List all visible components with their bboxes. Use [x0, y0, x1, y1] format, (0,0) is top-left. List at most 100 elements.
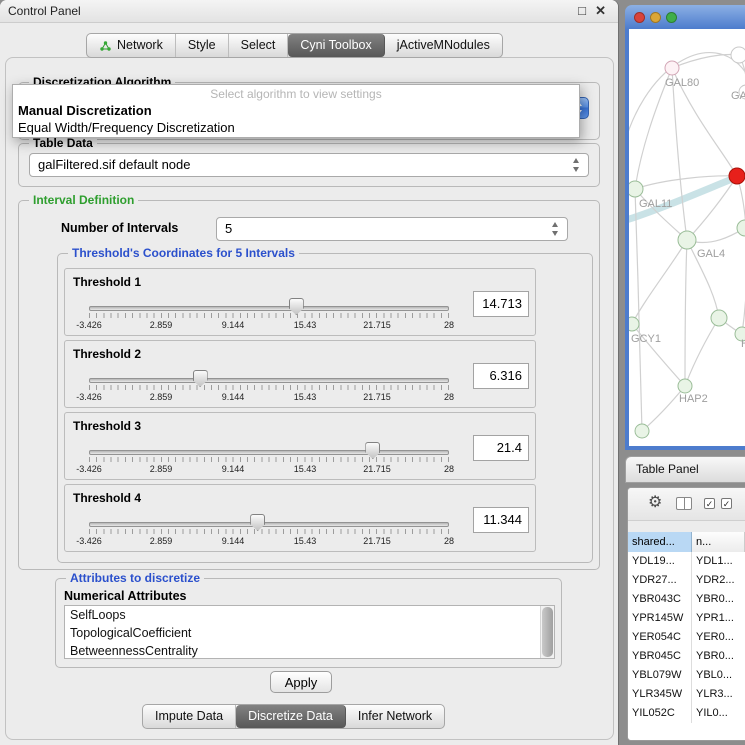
slider-ticks: [89, 385, 449, 390]
table-panel-header[interactable]: Table Panel: [625, 456, 745, 483]
tick-label: 15.43: [294, 536, 317, 546]
table-body: YDL19...YDL1...YDR27...YDR2...YBR043CYBR…: [628, 552, 745, 740]
network-node[interactable]: [629, 317, 639, 331]
threshold-value-field[interactable]: 11.344: [473, 507, 529, 533]
network-graph[interactable]: GAL80GAL8GAL11GAL4GCY1HAP2H: [629, 29, 745, 446]
tick-label: 21.715: [363, 464, 391, 474]
apply-button[interactable]: Apply: [270, 671, 332, 693]
list-scrollbar[interactable]: [540, 606, 554, 658]
network-edge[interactable]: [737, 176, 745, 334]
gear-icon[interactable]: ⚙: [648, 494, 662, 512]
tick-label: 28: [444, 320, 454, 330]
network-node[interactable]: [629, 181, 643, 197]
tick-label: 9.144: [222, 320, 245, 330]
network-edge[interactable]: [629, 53, 745, 157]
network-node[interactable]: [729, 168, 745, 184]
threshold-value-field[interactable]: 14.713: [473, 291, 529, 317]
network-edge[interactable]: [685, 318, 719, 386]
network-node[interactable]: [678, 231, 696, 249]
tab-network[interactable]: Network: [87, 34, 176, 57]
close-icon[interactable]: ✕: [595, 3, 606, 19]
thresholds-group: Threshold's Coordinates for 5 Intervals …: [57, 253, 593, 563]
threshold-slider[interactable]: -3.4262.8599.14415.4321.71528: [89, 297, 449, 333]
table-cell: YDR27...: [628, 571, 692, 590]
table-cell: YBR043C: [628, 590, 692, 609]
network-window-frame: GAL80GAL8GAL11GAL4GCY1HAP2H: [625, 29, 745, 450]
tab-infer-network[interactable]: Infer Network: [346, 705, 444, 728]
table-row[interactable]: YBR043CYBR0...: [628, 590, 745, 609]
attributes-list[interactable]: SelfLoopsTopologicalCoefficientBetweenne…: [64, 605, 555, 659]
network-edge[interactable]: [632, 240, 687, 324]
tab-select[interactable]: Select: [229, 34, 289, 57]
network-icon: [99, 40, 112, 52]
select-all-checkbox-icon[interactable]: ✓: [704, 498, 715, 509]
threshold-slider[interactable]: -3.4262.8599.14415.4321.71528: [89, 369, 449, 405]
threshold-label: Threshold 3: [73, 419, 141, 433]
slider-scale: -3.4262.8599.14415.4321.71528: [89, 464, 449, 476]
table-cell: YDR2...: [692, 571, 745, 590]
table-row[interactable]: YER054CYER0...: [628, 628, 745, 647]
slider-track[interactable]: [89, 450, 449, 455]
network-node[interactable]: [731, 47, 745, 63]
network-node[interactable]: [711, 310, 727, 326]
table-row[interactable]: YPR145WYPR1...: [628, 609, 745, 628]
table-cell: YBR045C: [628, 647, 692, 666]
zoom-traffic-light-icon[interactable]: [666, 12, 677, 23]
table-data-combo[interactable]: galFiltered.sif default node: [29, 153, 589, 177]
dropdown-option-manual-discretization[interactable]: Manual Discretization: [13, 102, 579, 119]
list-item[interactable]: SelfLoops: [65, 606, 554, 624]
network-canvas[interactable]: GAL80GAL8GAL11GAL4GCY1HAP2H: [629, 29, 745, 446]
group-title-table-data: Table Data: [29, 136, 97, 150]
tick-label: 2.859: [150, 464, 173, 474]
network-edge[interactable]: [635, 189, 642, 431]
tab-impute-data[interactable]: Impute Data: [143, 705, 236, 728]
table-toolbar: ⚙ ✓ ✓: [628, 488, 745, 521]
numerical-attributes-label: Numerical Attributes: [64, 589, 186, 603]
network-window-titlebar[interactable]: [625, 5, 745, 29]
threshold-value-field[interactable]: 6.316: [473, 363, 529, 389]
minimize-traffic-light-icon[interactable]: [650, 12, 661, 23]
network-node[interactable]: [665, 61, 679, 75]
column-header-shared[interactable]: shared...: [628, 532, 692, 552]
table-row[interactable]: YLR345WYLR3...: [628, 685, 745, 704]
slider-track[interactable]: [89, 378, 449, 383]
network-node[interactable]: [678, 379, 692, 393]
threshold-slider[interactable]: -3.4262.8599.14415.4321.71528: [89, 441, 449, 477]
bottom-tabs: Impute DataDiscretize DataInfer Network: [142, 704, 445, 729]
columns-icon[interactable]: [676, 497, 692, 510]
slider-scale: -3.4262.8599.14415.4321.71528: [89, 392, 449, 404]
scrollbar-thumb[interactable]: [542, 607, 553, 657]
tab-jactivemnodules[interactable]: jActiveMNodules: [385, 34, 502, 57]
table-row[interactable]: YDL19...YDL1...: [628, 552, 745, 571]
tick-label: 28: [444, 392, 454, 402]
table-row[interactable]: YBR045CYBR0...: [628, 647, 745, 666]
network-node[interactable]: [737, 220, 745, 236]
network-edge[interactable]: [672, 55, 739, 68]
network-edge[interactable]: [685, 240, 687, 386]
table-row[interactable]: YIL052CYIL0...: [628, 704, 745, 723]
select-none-checkbox-icon[interactable]: ✓: [721, 498, 732, 509]
column-header-n[interactable]: n...: [692, 532, 745, 552]
float-window-icon[interactable]: □: [578, 3, 586, 18]
number-of-intervals-combo[interactable]: 5: [216, 217, 568, 241]
threshold-value-field[interactable]: 21.4: [473, 435, 529, 461]
list-item[interactable]: BetweennessCentrality: [65, 642, 554, 659]
slider-ticks: [89, 457, 449, 462]
list-item[interactable]: TopologicalCoefficient: [65, 624, 554, 642]
dropdown-option-equal-width-frequency[interactable]: Equal Width/Frequency Discretization: [13, 119, 579, 136]
slider-track[interactable]: [89, 306, 449, 311]
slider-track[interactable]: [89, 522, 449, 527]
tab-cyni-toolbox[interactable]: Cyni Toolbox: [288, 34, 384, 57]
dropdown-prompt: Select algorithm to view settings: [13, 86, 579, 102]
tick-label: 9.144: [222, 536, 245, 546]
table-cell: YBL079W: [628, 666, 692, 685]
control-panel-titlebar[interactable]: Control Panel □ ✕: [0, 0, 618, 23]
threshold-slider[interactable]: -3.4262.8599.14415.4321.71528: [89, 513, 449, 549]
network-node[interactable]: [635, 424, 649, 438]
tab-discretize-data[interactable]: Discretize Data: [236, 705, 346, 728]
table-row[interactable]: YDR27...YDR2...: [628, 571, 745, 590]
close-traffic-light-icon[interactable]: [634, 12, 645, 23]
table-row[interactable]: YBL079WYBL0...: [628, 666, 745, 685]
tab-style[interactable]: Style: [176, 34, 229, 57]
table-cell: YER054C: [628, 628, 692, 647]
